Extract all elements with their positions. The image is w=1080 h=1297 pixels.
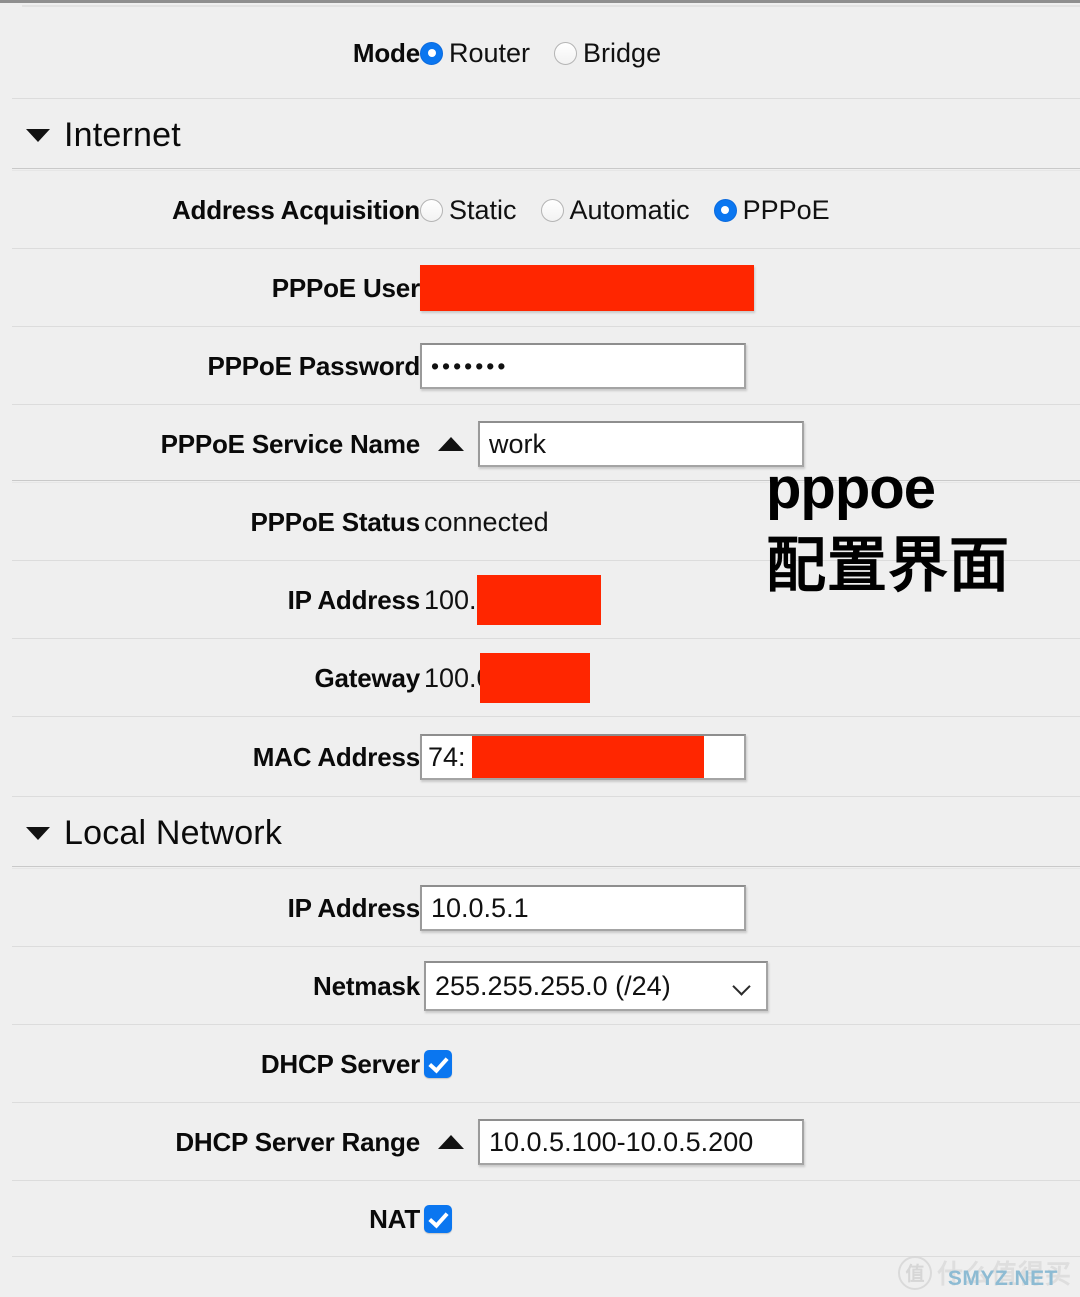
label-wan-ip-address: IP Address	[287, 584, 421, 615]
netmask-select[interactable]: 255.255.255.0 (/24)	[424, 961, 768, 1011]
dhcp-server-checkbox[interactable]	[424, 1050, 452, 1078]
pppoe-service-name-input[interactable]: work	[478, 421, 804, 467]
row-mode: Mode Router Bridge	[0, 7, 1080, 99]
radio-label-bridge: Bridge	[583, 37, 662, 68]
section-title-local-network: Local Network	[64, 813, 283, 852]
radio-unselected-icon	[554, 41, 578, 65]
row-dhcp-server: DHCP Server	[0, 1025, 1080, 1103]
router-settings-panel: Mode Router Bridge Internet Address Acqu…	[0, 0, 1080, 1297]
label-mode: Mode	[352, 37, 420, 68]
row-pppoe-status: PPPoE Status connected	[0, 483, 1080, 561]
lan-ip-address-input[interactable]: 10.0.5.1	[420, 885, 746, 931]
wan-ip-redaction	[476, 575, 601, 625]
label-address-acquisition: Address Acquisition	[171, 194, 420, 225]
row-pppoe-password: PPPoE Password •••••••	[0, 327, 1080, 405]
expand-up-icon[interactable]	[438, 437, 464, 451]
dhcp-server-range-input[interactable]: 10.0.5.100-10.0.5.200	[478, 1119, 804, 1165]
row-pppoe-user: PPPoE User	[0, 249, 1080, 327]
radio-selected-icon	[713, 198, 737, 222]
row-gateway: Gateway 100.0	[0, 639, 1080, 717]
label-mac-address: MAC Address	[252, 741, 421, 772]
section-title-internet: Internet	[64, 115, 181, 154]
radio-label-router: Router	[449, 37, 531, 68]
chevron-down-icon[interactable]	[26, 826, 50, 840]
expand-up-icon[interactable]	[438, 1135, 464, 1149]
label-pppoe-user: PPPoE User	[271, 272, 420, 303]
gateway-redaction	[479, 653, 590, 703]
mode-radio-group[interactable]: Router Bridge	[420, 38, 661, 69]
radio-selected-icon	[420, 41, 443, 65]
radio-mode-bridge[interactable]: Bridge	[554, 38, 661, 69]
section-header-internet[interactable]: Internet	[0, 99, 1080, 171]
row-netmask: Netmask 255.255.255.0 (/24)	[0, 947, 1080, 1025]
section-divider-top	[12, 168, 1080, 169]
radio-label-pppoe: PPPoE	[742, 194, 830, 225]
address-acquisition-radio-group[interactable]: Static Automatic PPPoE	[420, 195, 830, 226]
section-divider-top	[12, 866, 1080, 867]
row-lan-ip-address: IP Address 10.0.5.1	[0, 869, 1080, 947]
label-nat: NAT	[369, 1203, 420, 1234]
radio-mode-router[interactable]: Router	[420, 38, 530, 69]
window-top-border	[0, 0, 1080, 3]
row-dhcp-server-range: DHCP Server Range 10.0.5.100-10.0.5.200	[0, 1103, 1080, 1181]
row-nat: NAT	[0, 1181, 1080, 1257]
nat-checkbox[interactable]	[424, 1205, 452, 1233]
row-wan-ip-address: IP Address 100.	[0, 561, 1080, 639]
label-pppoe-password: PPPoE Password	[207, 350, 421, 381]
radio-unselected-icon	[540, 198, 564, 222]
pppoe-status-value: connected	[424, 506, 549, 537]
row-mac-address: MAC Address 74:	[0, 717, 1080, 797]
mac-address-redaction	[472, 736, 704, 778]
watermark-site: SMYZ.NET	[947, 1267, 1058, 1290]
mac-address-value: 74:	[428, 741, 466, 772]
radio-address-static[interactable]: Static	[420, 195, 517, 226]
chevron-down-icon	[735, 980, 750, 995]
chevron-down-icon[interactable]	[26, 128, 50, 142]
label-pppoe-service-name: PPPoE Service Name	[160, 428, 421, 459]
label-pppoe-status: PPPoE Status	[250, 506, 420, 537]
row-divider	[12, 1256, 1080, 1257]
row-address-acquisition: Address Acquisition Static Automatic PPP…	[0, 171, 1080, 249]
radio-label-automatic: Automatic	[569, 194, 690, 225]
label-netmask: Netmask	[313, 970, 420, 1001]
watermark-text: 什么值得买	[936, 1259, 1072, 1289]
netmask-value: 255.255.255.0 (/24)	[435, 970, 671, 1001]
label-dhcp-server: DHCP Server	[260, 1048, 420, 1079]
label-lan-ip-address: IP Address	[287, 892, 421, 923]
watermark-badge: 值	[897, 1255, 932, 1290]
lan-ip-address-value: 10.0.5.1	[431, 892, 529, 923]
radio-label-static: Static	[449, 194, 517, 225]
pppoe-password-input[interactable]: •••••••	[420, 343, 746, 389]
radio-unselected-icon	[420, 198, 443, 222]
radio-address-pppoe[interactable]: PPPoE	[713, 194, 830, 226]
dhcp-server-range-value: 10.0.5.100-10.0.5.200	[489, 1126, 754, 1157]
pppoe-password-value: •••••••	[431, 352, 509, 379]
wan-ip-address-value: 100.	[424, 584, 477, 615]
label-gateway: Gateway	[314, 662, 420, 693]
pppoe-service-name-value: work	[489, 428, 547, 459]
label-dhcp-server-range: DHCP Server Range	[175, 1126, 420, 1157]
section-header-local-network[interactable]: Local Network	[0, 797, 1080, 869]
site-watermark: 值 什么值得买 SMYZ.NET	[897, 1254, 1072, 1291]
row-divider-top	[12, 480, 1080, 481]
mac-address-input[interactable]: 74:	[420, 734, 746, 780]
row-pppoe-service-name: PPPoE Service Name work	[0, 405, 1080, 483]
radio-address-automatic[interactable]: Automatic	[540, 194, 690, 226]
pppoe-user-input[interactable]	[420, 265, 754, 311]
